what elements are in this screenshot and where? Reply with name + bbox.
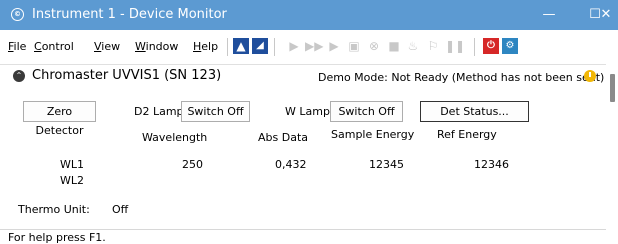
zero-detector-button[interactable]: Zero Detector [23, 101, 96, 137]
header-abs-data: Abs Data [258, 131, 308, 144]
instrument-name: Chromaster UVVIS1 (SN 123) [32, 68, 222, 83]
toolbar-separator [274, 38, 275, 56]
power-off-icon[interactable]: ⏻ [483, 38, 499, 54]
w-lamp-label: W Lamp [285, 105, 330, 118]
status-bar: For help press F1. [0, 229, 606, 244]
thermo-unit-value: Off [112, 203, 129, 216]
thermo-unit-label: Thermo Unit: [18, 203, 90, 216]
header-sample-energy: Sample Energy [331, 128, 415, 141]
menu-file[interactable]: File [8, 40, 26, 53]
instrument-status: Demo Mode: Not Ready (Method has not bee… [318, 71, 605, 84]
wl1-abs-data: 0,432 [275, 158, 307, 171]
menu-help[interactable]: Help [193, 40, 218, 53]
step-play-icon[interactable]: ▶ [326, 38, 342, 54]
ramp-icon[interactable]: ◢ [252, 38, 268, 54]
vertical-scrollbar[interactable] [607, 62, 618, 241]
camera-icon[interactable]: ▣ [346, 38, 362, 54]
pause-icon[interactable]: ❚❚ [445, 38, 465, 54]
menu-window[interactable]: Window [135, 40, 178, 53]
fast-forward-icon[interactable]: ▶▶ [305, 38, 323, 54]
d2-lamp-label: D2 Lamp [134, 105, 184, 118]
toolbar-separator [227, 38, 228, 56]
wl1-ref-energy: 12346 [474, 158, 509, 171]
det-status-button[interactable]: Det Status... [420, 101, 529, 122]
w-lamp-switch-button[interactable]: Switch Off [330, 101, 403, 122]
title-bar: © Instrument 1 - Device Monitor — ☐ [0, 0, 618, 30]
header-ref-energy: Ref Energy [437, 128, 497, 141]
toolbar-separator [474, 38, 475, 56]
wl1-wavelength: 250 [182, 158, 203, 171]
menu-control[interactable]: Control [34, 40, 74, 53]
status-text: For help press F1. [8, 231, 106, 244]
play-icon[interactable]: ▶ [286, 38, 302, 54]
close-button[interactable]: ✕ [594, 0, 618, 30]
window-title: Instrument 1 - Device Monitor [32, 7, 227, 22]
row-label-wl2: WL2 [60, 174, 85, 187]
minimize-button[interactable]: — [526, 0, 572, 30]
instrument-header: ⌃ Chromaster UVVIS1 (SN 123) Demo Mode: … [0, 64, 606, 90]
collapse-icon[interactable]: ⌃ [13, 70, 25, 82]
pump-icon[interactable]: ♨ [405, 38, 421, 54]
scrollbar-thumb[interactable] [610, 74, 615, 102]
row-label-wl1: WL1 [60, 158, 85, 171]
stop-icon[interactable]: ■ [386, 38, 402, 54]
app-icon: © [11, 8, 24, 21]
wl1-sample-energy: 12345 [369, 158, 404, 171]
menu-view[interactable]: View [94, 40, 120, 53]
connect-icon[interactable]: ⚙ [502, 38, 518, 54]
d2-lamp-switch-button[interactable]: Switch Off [181, 101, 250, 122]
mountain-icon[interactable]: ▲ [233, 38, 249, 54]
lamp-icon[interactable]: ⚐ [425, 38, 441, 54]
clock-icon [584, 70, 596, 82]
header-wavelength: Wavelength [142, 131, 208, 144]
cancel-icon[interactable]: ⊗ [366, 38, 382, 54]
